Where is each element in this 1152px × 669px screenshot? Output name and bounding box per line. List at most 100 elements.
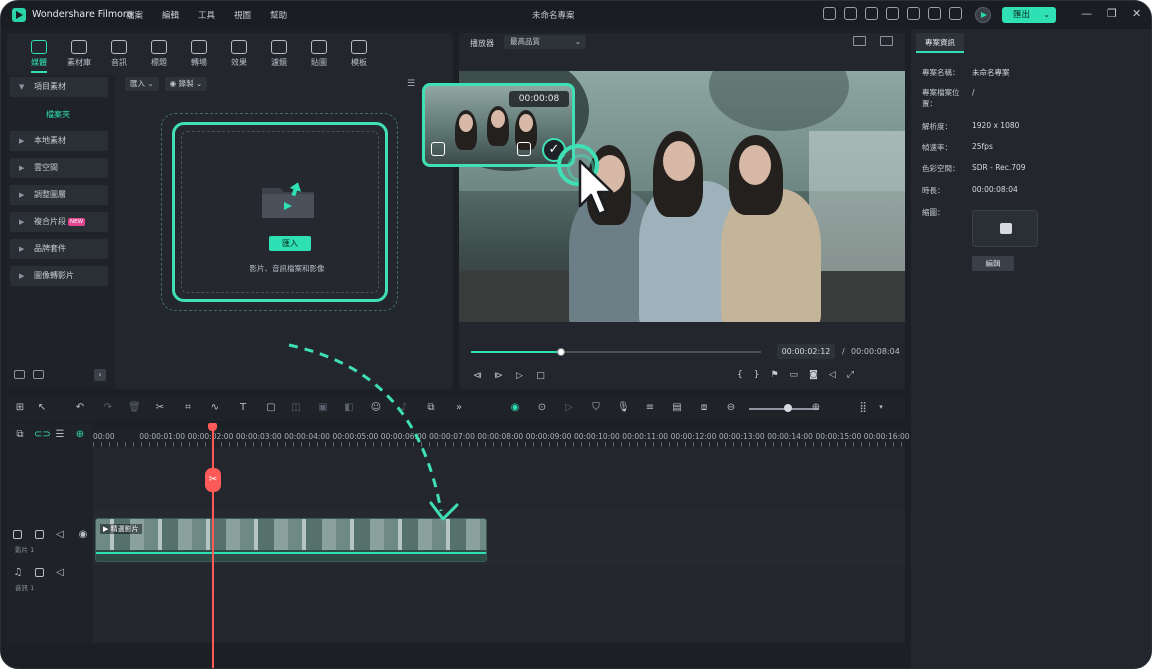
headset-icon[interactable] [928,7,941,20]
snapshot-icon[interactable]: ▤ [671,402,683,413]
delete-icon[interactable]: 🗑 [128,402,141,413]
mark-out-icon[interactable]: } [754,370,760,380]
camera-icon[interactable]: ◙ [809,370,818,380]
sidebar-item-adjustment-layer[interactable]: ▶ 調整圖層 [10,185,108,205]
track-manager-icon[interactable]: ☰ [54,429,66,440]
volume-icon[interactable]: ◁ [829,370,836,380]
tab-effects[interactable]: 效果 [219,40,259,68]
sidebar-item-project-media[interactable]: ▼ 項目素材 [10,77,108,97]
cloud-icon[interactable] [907,7,920,20]
track-layout-icon[interactable]: ⣿ [857,402,869,413]
video-clip[interactable]: ▶ 精選影片 [95,518,487,562]
grid-view-icon[interactable] [853,36,866,46]
avatar[interactable] [975,7,991,23]
layout-grid-icon[interactable]: ⊞ [14,402,26,413]
audio-stretch-icon[interactable]: ∿ [209,402,221,413]
folder-icon[interactable] [33,370,44,379]
text-icon[interactable]: T [237,402,249,413]
snap-icon[interactable]: ⊕ [74,429,86,440]
select-tool-icon[interactable]: ↖ [36,402,48,413]
marker-icon[interactable]: ⚑ [770,370,778,380]
new-folder-icon[interactable] [14,370,25,379]
tab-templates[interactable]: 模板 [339,40,379,68]
clipboard-icon[interactable] [844,7,857,20]
face-icon[interactable]: ☺ [370,402,382,413]
sort-filter-icon[interactable]: ☰ [407,79,419,89]
import-drop-zone[interactable]: 匯入 影片、音訊檔案和影像 [172,122,388,302]
folder-icon[interactable] [35,530,44,539]
quality-select[interactable]: 最高品質 ⌄ [504,35,586,49]
playhead[interactable] [212,423,214,668]
minimize-icon[interactable]: — [1081,7,1092,21]
render-icon[interactable]: ▷ [563,402,575,413]
sidebar-item-compound-clip[interactable]: ▶ 複合片段 NEW [10,212,108,232]
sidebar-item-local-media[interactable]: ▶ 本地素材 [10,131,108,151]
display-icon[interactable]: ▭ [790,370,799,380]
fullscreen-icon[interactable]: ⤢ [847,370,854,380]
chevron-down-icon[interactable]: ▾ [875,402,887,413]
timeline-ruler[interactable]: 00:00 00:00:01:00 00:00:02:00 00:00:03:00 00… [93,429,910,447]
import-dropdown[interactable]: 匯入 ⌄ [125,77,159,91]
current-time[interactable]: 00:00:02:12 [777,344,835,359]
sidebar-item-folder[interactable]: 檔案夾 [10,105,108,125]
transform-icon[interactable]: ▢ [265,402,277,413]
subtitle-icon[interactable]: ≡ [644,402,656,413]
crop-icon[interactable]: ⌗ [182,402,194,413]
close-icon[interactable]: ✕ [1132,7,1141,21]
more-tools-icon[interactable]: » [453,402,465,413]
zoom-out-icon[interactable]: ⊖ [725,402,737,413]
menu-edit[interactable]: 編輯 [162,9,179,21]
tab-stock[interactable]: 素材庫 [59,40,99,68]
import-button[interactable]: 匯入 [269,236,311,251]
layout-icon[interactable] [865,7,878,20]
collapse-sidebar-button[interactable]: ‹ [94,369,106,381]
shield-icon[interactable]: ⛉ [590,402,602,413]
export-button[interactable]: 匯出 ⌄ [1002,7,1056,23]
zoom-in-icon[interactable]: ⊕ [810,402,822,413]
tab-transitions[interactable]: 轉場 [179,40,219,68]
step-forward-icon[interactable]: ⧐ [494,371,503,381]
apps-grid-icon[interactable] [949,7,962,20]
record-dropdown[interactable]: ◉ 錄製 ⌄ [164,77,208,91]
split-icon[interactable]: ✂ [154,402,166,413]
audio-ducking-icon[interactable]: ♪ [398,402,410,413]
tab-filters[interactable]: 濾鏡 [259,40,299,68]
menu-help[interactable]: 幫助 [270,9,287,21]
undo-icon[interactable]: ↶ [74,402,86,413]
menu-view[interactable]: 視圖 [234,9,251,21]
stabilize-icon[interactable]: ⧈ [698,402,710,413]
tab-media[interactable]: 媒體 [19,40,59,68]
ai-mate-icon[interactable]: ◉ [509,402,521,413]
thumbnail-preview[interactable] [972,210,1038,247]
redo-icon[interactable]: ↷ [102,402,114,413]
speaker-icon[interactable]: ◁ [54,567,66,578]
playhead-handle[interactable] [208,423,217,431]
step-back-icon[interactable]: ⧏ [473,371,482,381]
menu-tools[interactable]: 工具 [198,9,215,21]
sidebar-item-image-to-video[interactable]: ▶ 圖像轉影片 [10,266,108,286]
send-icon[interactable] [823,7,836,20]
menu-file[interactable]: 檔案 [126,9,143,21]
timeline-zoom-handle[interactable] [784,404,792,412]
copy-frame-icon[interactable]: ⧉ [425,402,437,413]
restore-icon[interactable]: ❐ [1107,7,1117,21]
sidebar-item-brand-kit[interactable]: ▶ 品牌套件 [10,239,108,259]
save-icon[interactable] [886,7,899,20]
tab-project-info[interactable]: 專案資訊 [916,33,964,53]
mark-in-icon[interactable]: { [737,370,743,380]
link-icon[interactable]: ⊂⊃ [34,429,51,440]
auto-reframe-icon[interactable]: ⊙ [536,402,548,413]
eye-icon[interactable]: ◉ [77,529,89,540]
add-track-icon[interactable]: ⧉ [14,429,26,440]
sidebar-item-cloud[interactable]: ▶ 雲空間 [10,158,108,178]
play-icon[interactable]: ▷ [515,371,524,381]
microphone-icon[interactable]: 🎙 [617,402,630,413]
snapshot-view-icon[interactable] [880,36,893,46]
mask-icon[interactable]: ◫ [290,402,302,413]
tab-stickers[interactable]: 貼圖 [299,40,339,68]
folder-icon[interactable] [35,568,44,577]
preview-scrubber[interactable] [471,348,761,356]
scrubber-handle[interactable] [556,348,565,356]
ai-text-icon[interactable]: ▣ [317,402,329,413]
tab-titles[interactable]: 標題 [139,40,179,68]
